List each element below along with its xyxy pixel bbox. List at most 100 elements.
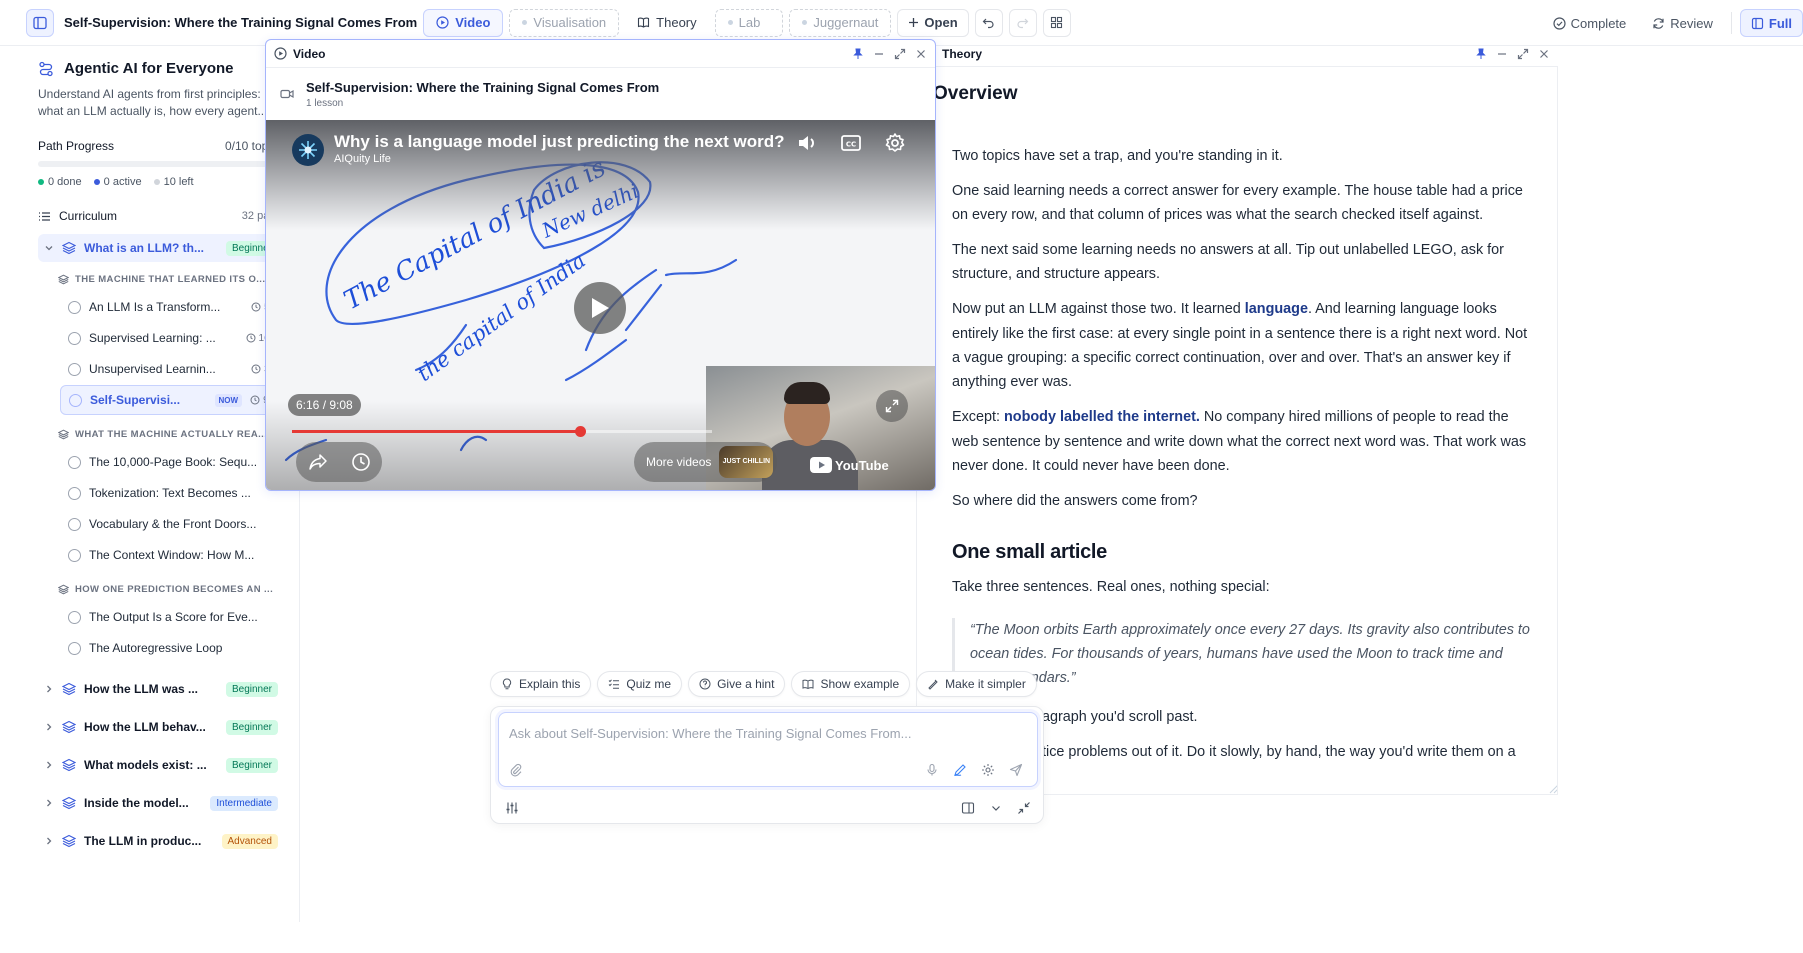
play-circle-icon	[436, 16, 449, 29]
close-icon[interactable]	[1538, 48, 1550, 60]
maximize-icon[interactable]	[1517, 48, 1529, 60]
pin-icon[interactable]	[852, 48, 864, 60]
tab-visualisation[interactable]: Visualisation	[509, 8, 620, 37]
more-videos-label: More videos	[646, 455, 712, 469]
video-title[interactable]: Why is a language model just predicting …	[334, 132, 785, 152]
youtube-player[interactable]: The Capital of India is New delhi the ca…	[266, 120, 935, 490]
status-dot-icon	[727, 20, 733, 25]
incomplete-circle-icon	[68, 641, 81, 655]
attach-button[interactable]	[509, 763, 523, 777]
settings-gear-icon[interactable]	[884, 132, 906, 154]
settings-icon[interactable]	[981, 763, 995, 777]
lesson-title: The 10,000-Page Book: Sequ...	[89, 455, 258, 469]
path-item[interactable]: What models exist: ... Beginner	[38, 751, 284, 779]
make-it-simpler-chip[interactable]: Make it simpler	[916, 671, 1037, 697]
video-panel-controls	[852, 48, 927, 60]
channel-name[interactable]: AIQuity Life	[334, 153, 391, 165]
layers-icon	[62, 834, 76, 848]
theory-panel-header: Theory	[936, 41, 1558, 67]
path-item[interactable]: How the LLM was ... Beginner	[38, 675, 284, 703]
lesson-item[interactable]: Tokenization: Text Becomes ...	[38, 478, 284, 508]
minimize-icon[interactable]	[873, 48, 885, 60]
paragraph: Take three sentences. Real ones, nothing…	[952, 579, 1270, 596]
lesson-item-current[interactable]: Self-Supervisi... NOW 9m	[60, 385, 284, 415]
tab-juggernaut[interactable]: Juggernaut	[789, 8, 892, 37]
open-button[interactable]: Open	[897, 8, 969, 37]
chat-input[interactable]	[499, 713, 1037, 753]
gray-dot-icon	[153, 179, 160, 185]
minimize-icon[interactable]	[1496, 48, 1508, 60]
undo-button[interactable]	[974, 8, 1003, 37]
clock-icon	[250, 395, 260, 405]
seek-bar[interactable]	[292, 426, 712, 437]
section-header: HOW ONE PREDICTION BECOMES AN ...	[38, 576, 284, 602]
closed-captions-icon[interactable]: CC	[840, 132, 862, 154]
complete-button[interactable]: Complete	[1542, 9, 1637, 37]
maximize-icon[interactable]	[894, 48, 906, 60]
more-videos-thumbnail: JUST CHILLIN	[719, 446, 774, 478]
video-panel: Video Self-Supervision: Where the Traini…	[265, 39, 936, 491]
fullscreen-button[interactable]	[876, 390, 908, 422]
course-title: Agentic AI for Everyone	[64, 60, 234, 77]
more-videos-button[interactable]: More videos JUST CHILLIN	[634, 442, 778, 482]
lesson-item[interactable]: An LLM Is a Transform... 5m	[38, 292, 284, 322]
resize-handle-icon[interactable]	[1547, 775, 1558, 795]
sliders-icon[interactable]	[505, 801, 519, 815]
send-icon[interactable]	[1009, 763, 1023, 777]
progress-stats: 0 done 0 active 10 left	[38, 176, 194, 188]
path-item[interactable]: The LLM in produc... Advanced	[38, 827, 284, 855]
chevron-down-icon[interactable]	[989, 801, 1003, 815]
lesson-item[interactable]: Supervised Learning: ... 16m	[38, 323, 284, 353]
time-display: 6:16 / 9:08	[288, 394, 361, 416]
lesson-title: The Context Window: How M...	[89, 548, 255, 562]
share-icon[interactable]	[308, 453, 328, 471]
incomplete-circle-icon	[68, 300, 81, 314]
explain-this-chip[interactable]: Explain this	[490, 671, 592, 697]
close-icon[interactable]	[915, 48, 927, 60]
level-badge: Advanced	[221, 833, 278, 849]
lesson-item[interactable]: Vocabulary & the Front Doors...	[38, 509, 284, 539]
youtube-logo[interactable]: YouTube	[810, 457, 889, 473]
complete-button-label: Complete	[1570, 15, 1627, 31]
pin-icon[interactable]	[1475, 48, 1487, 60]
redo-button[interactable]	[1008, 8, 1037, 37]
play-button[interactable]	[574, 282, 626, 334]
quiz-me-chip[interactable]: Quiz me	[597, 671, 683, 697]
volume-icon[interactable]	[796, 132, 818, 154]
path-item[interactable]: How the LLM behav... Beginner	[38, 713, 284, 741]
tab-video[interactable]: Video	[423, 8, 504, 37]
theory-panel-controls	[1475, 48, 1550, 60]
chip-label: Explain this	[519, 677, 581, 691]
lesson-item[interactable]: The 10,000-Page Book: Sequ...	[38, 447, 284, 477]
layout-grid-button[interactable]	[1042, 8, 1071, 37]
split-panel-icon[interactable]	[961, 801, 975, 815]
full-view-button[interactable]: Full	[1739, 9, 1803, 37]
course-header: Agentic AI for Everyone	[38, 60, 233, 77]
lesson-item[interactable]: Unsupervised Learnin... 3m	[38, 354, 284, 384]
lesson-item[interactable]: The Context Window: How M...	[38, 540, 284, 570]
give-a-hint-chip[interactable]: Give a hint	[688, 671, 786, 697]
lesson-title: The Output Is a Score for Eve...	[89, 610, 258, 624]
theory-panel-title: Theory	[942, 46, 983, 61]
channel-avatar[interactable]	[292, 134, 324, 166]
section-title: WHAT THE MACHINE ACTUALLY REA...	[75, 428, 268, 440]
tab-lab[interactable]: Lab	[714, 8, 784, 37]
lesson-item[interactable]: The Autoregressive Loop	[38, 633, 284, 663]
path-item[interactable]: Inside the model... Intermediate	[38, 789, 284, 817]
show-example-chip[interactable]: Show example	[791, 671, 911, 697]
level-badge: Intermediate	[210, 795, 278, 811]
handwriting-pen-icon[interactable]	[953, 763, 967, 777]
watch-later-icon[interactable]	[351, 452, 371, 472]
lesson-item[interactable]: The Output Is a Score for Eve...	[38, 602, 284, 632]
tab-theory[interactable]: Theory	[625, 9, 708, 37]
microphone-icon[interactable]	[925, 763, 939, 777]
level-badge: Beginner	[225, 757, 278, 773]
review-button[interactable]: Review	[1642, 9, 1723, 37]
path-title: What models exist: ...	[84, 758, 207, 772]
paperclip-icon	[510, 763, 522, 777]
layers-small-icon	[58, 274, 69, 284]
path-item-open[interactable]: What is an LLM? th... Beginner	[38, 234, 284, 262]
sidebar-toggle-button[interactable]	[26, 8, 54, 37]
list-icon	[39, 211, 50, 221]
collapse-icon[interactable]	[1017, 801, 1031, 815]
